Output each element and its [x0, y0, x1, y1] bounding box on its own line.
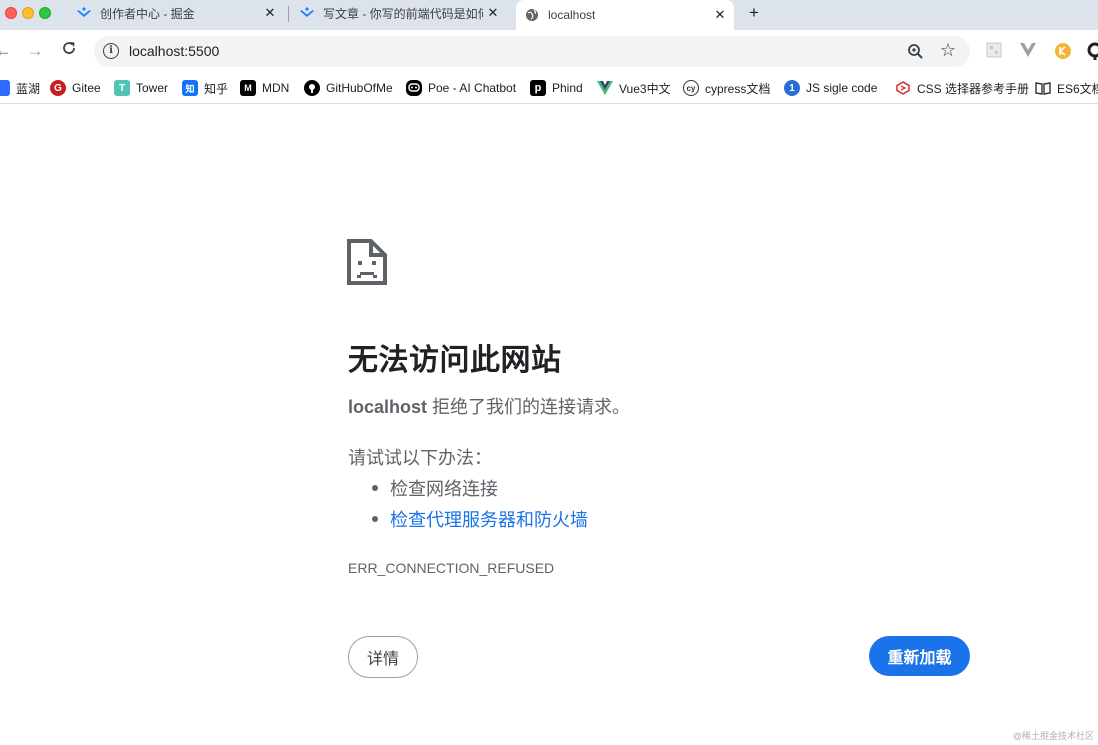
details-button[interactable]: 详情 [348, 636, 418, 678]
suggestions-heading: 请试试以下办法： [348, 448, 492, 468]
github-icon [304, 80, 320, 96]
suggestion-check-proxy: 检查代理服务器和防火墙 [372, 506, 588, 532]
bookmark-poe[interactable]: Poe - AI Chatbot [406, 79, 516, 97]
lanhu-icon [0, 80, 10, 96]
extension-vue-icon[interactable] [1019, 42, 1037, 60]
mdn-icon: M [240, 80, 256, 96]
bookmark-label: JS sigle code [806, 81, 878, 95]
bookmark-label: CSS 选择器参考手册 [917, 81, 1030, 96]
bookmark-label: MDN [262, 81, 290, 95]
tab-title: localhost [548, 8, 596, 22]
zhihu-icon: 知 [182, 80, 198, 96]
cypress-icon: cy [683, 80, 699, 96]
url-text[interactable]: localhost:5500 [129, 43, 219, 59]
watermark: @稀土掘金技术社区 [1012, 731, 1094, 741]
window-zoom-button[interactable] [39, 7, 51, 19]
proxy-firewall-link[interactable]: 检查代理服务器和防火墙 [390, 506, 588, 532]
error-message-rest: 拒绝了我们的连接请求。 [427, 397, 631, 417]
bookmark-label: 蓝湖 [16, 81, 41, 96]
tab-title: 创作者中心 - 掘金 [100, 6, 195, 21]
js-icon: 1 [784, 80, 800, 96]
vue-icon [597, 80, 613, 96]
suggestion-check-network: 检查网络连接 [372, 475, 498, 501]
bookmark-es6[interactable]: ES6文档 [1035, 79, 1098, 97]
bookmark-label: Gitee [72, 81, 101, 95]
globe-icon [524, 7, 540, 23]
bookmark-label: Phind [552, 81, 583, 95]
bookmark-phind[interactable]: p Phind [530, 79, 583, 97]
tab-close-icon[interactable]: ✕ [485, 5, 501, 21]
tab-strip: 创作者中心 - 掘金 ✕ 写文章 - 你写的前端代码是如何 ✕ localhos… [0, 0, 1098, 30]
bookmark-js-sigle-code[interactable]: 1 JS sigle code [784, 79, 877, 97]
tab-close-icon[interactable]: ✕ [712, 7, 728, 23]
juejin-icon [299, 5, 315, 21]
error-title: 无法访问此网站 [348, 343, 562, 378]
reload-button[interactable]: 重新加载 [869, 636, 970, 676]
forward-button[interactable]: → [24, 40, 46, 62]
tab-title: 写文章 - 你写的前端代码是如何 [323, 6, 483, 21]
bookmark-zhihu[interactable]: 知 知乎 [182, 79, 228, 97]
site-info-icon[interactable]: i [103, 43, 119, 59]
css-icon [895, 80, 911, 96]
tab-separator [288, 6, 289, 22]
tower-icon: T [114, 80, 130, 96]
book-icon [1035, 80, 1051, 96]
phind-icon: p [530, 80, 546, 96]
bookmark-mdn[interactable]: M MDN [240, 79, 289, 97]
bookmark-tower[interactable]: T Tower [114, 79, 168, 97]
extension-profile-icon[interactable] [1086, 42, 1098, 60]
bookmark-css-selectors[interactable]: CSS 选择器参考手册 [895, 79, 1029, 97]
bookmarks-bar: 蓝湖 G Gitee T Tower 知 知乎 M MDN GitHubOfMe… [0, 72, 1098, 104]
address-bar[interactable]: i localhost:5500 ☆ [94, 36, 970, 67]
zoom-icon[interactable] [906, 42, 926, 62]
sad-document-icon [347, 239, 387, 285]
poe-icon [406, 80, 422, 96]
error-host: localhost [348, 397, 428, 417]
error-code: ERR_CONNECTION_REFUSED [348, 560, 555, 576]
bookmark-label: 知乎 [204, 81, 229, 96]
browser-toolbar: ← → i localhost:5500 ☆ [0, 30, 1098, 72]
extension-orange-icon[interactable] [1054, 42, 1072, 60]
juejin-icon [76, 5, 92, 21]
tab-close-icon[interactable]: ✕ [262, 5, 278, 21]
new-tab-button[interactable]: + [744, 3, 764, 23]
bookmark-label: Poe - AI Chatbot [428, 81, 517, 95]
error-message: localhost 拒绝了我们的连接请求。 [348, 393, 630, 419]
extension-qr-icon[interactable] [986, 42, 1004, 60]
bookmark-cypress[interactable]: cy cypress文档 [683, 79, 770, 97]
back-button[interactable]: ← [0, 40, 14, 62]
bookmark-label: cypress文档 [705, 81, 771, 96]
reload-icon[interactable] [58, 40, 80, 62]
window-close-button[interactable] [5, 7, 17, 19]
bookmark-label: Tower [136, 81, 169, 95]
bookmark-label: Vue3中文 [619, 81, 671, 96]
bullet [372, 516, 378, 522]
window-minimize-button[interactable] [22, 7, 34, 19]
bookmark-lanhu[interactable]: 蓝湖 [0, 79, 40, 97]
bullet [372, 485, 378, 491]
bookmark-gitee[interactable]: G Gitee [50, 79, 101, 97]
bookmark-label: ES6文档 [1057, 81, 1098, 96]
tab-juejin-editor[interactable]: 写文章 - 你写的前端代码是如何 ✕ [293, 0, 507, 26]
bookmark-github[interactable]: GitHubOfMe [304, 79, 393, 97]
suggestion-text: 检查网络连接 [390, 479, 498, 499]
bookmark-vue3[interactable]: Vue3中文 [597, 79, 671, 97]
gitee-icon: G [50, 80, 66, 96]
error-page: 无法访问此网站 localhost 拒绝了我们的连接请求。 请试试以下办法： 检… [0, 105, 1098, 745]
bookmark-star-icon[interactable]: ☆ [940, 39, 956, 61]
tab-localhost-active[interactable]: localhost ✕ [516, 0, 734, 30]
bookmark-label: GitHubOfMe [326, 81, 393, 95]
tab-juejin-creator[interactable]: 创作者中心 - 掘金 ✕ [70, 0, 284, 26]
